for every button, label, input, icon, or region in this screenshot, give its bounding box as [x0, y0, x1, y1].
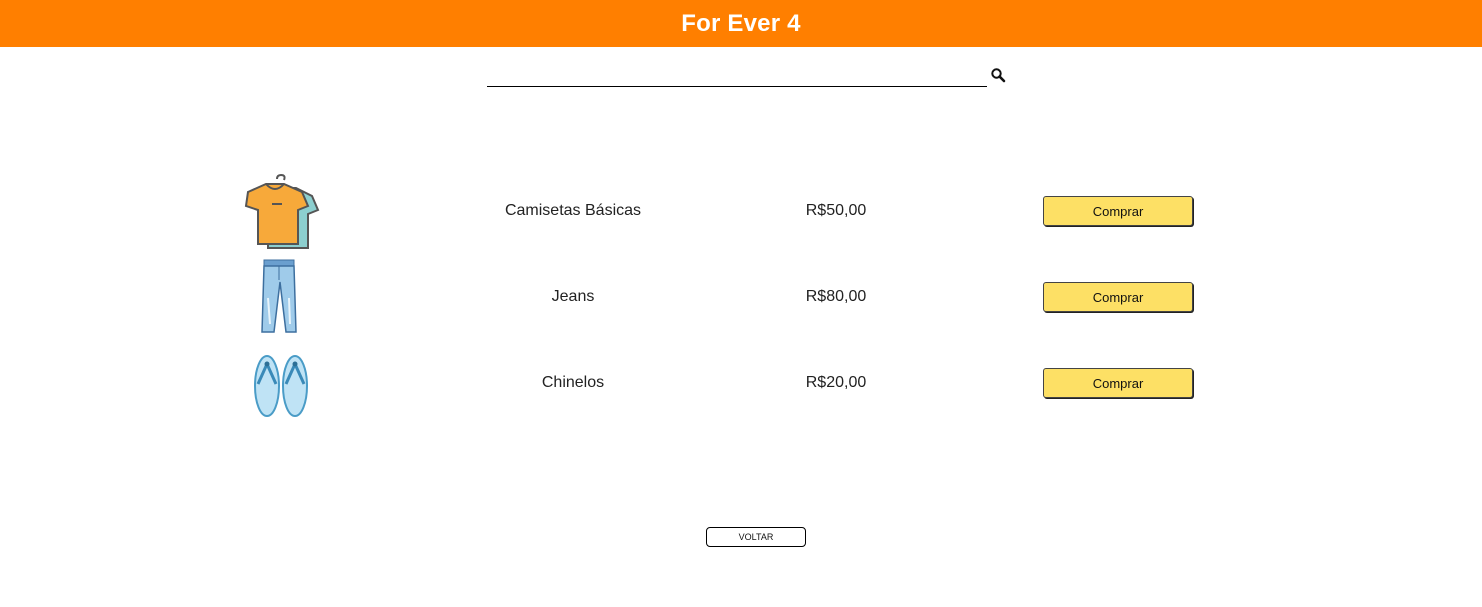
product-price: R$20,00 [805, 374, 867, 391]
product-list: Camisetas Básicas R$50,00 Comprar Jeans … [0, 168, 1482, 426]
search-icon[interactable] [990, 67, 1006, 83]
jeans-image [240, 258, 320, 338]
app-header: For Ever 4 [0, 0, 1482, 47]
product-name: Chinelos [541, 374, 605, 391]
buy-button[interactable]: Comprar [1043, 368, 1193, 398]
search-input[interactable] [487, 64, 987, 87]
app-title: For Ever 4 [681, 9, 801, 37]
buy-button[interactable]: Comprar [1043, 282, 1193, 312]
product-name: Camisetas Básicas [504, 202, 642, 219]
product-row: Jeans R$80,00 Comprar [0, 254, 1482, 340]
product-price: R$50,00 [805, 202, 867, 219]
back-button[interactable]: VOLTAR [706, 527, 806, 547]
buy-button[interactable]: Comprar [1043, 196, 1193, 226]
product-price: R$80,00 [805, 288, 867, 305]
product-row: Camisetas Básicas R$50,00 Comprar [0, 168, 1482, 254]
product-name: Jeans [551, 288, 595, 305]
product-row: Chinelos R$20,00 Comprar [0, 340, 1482, 426]
search-bar [487, 60, 1007, 90]
flip-flops-image [240, 344, 320, 424]
tshirt-image [240, 172, 320, 252]
